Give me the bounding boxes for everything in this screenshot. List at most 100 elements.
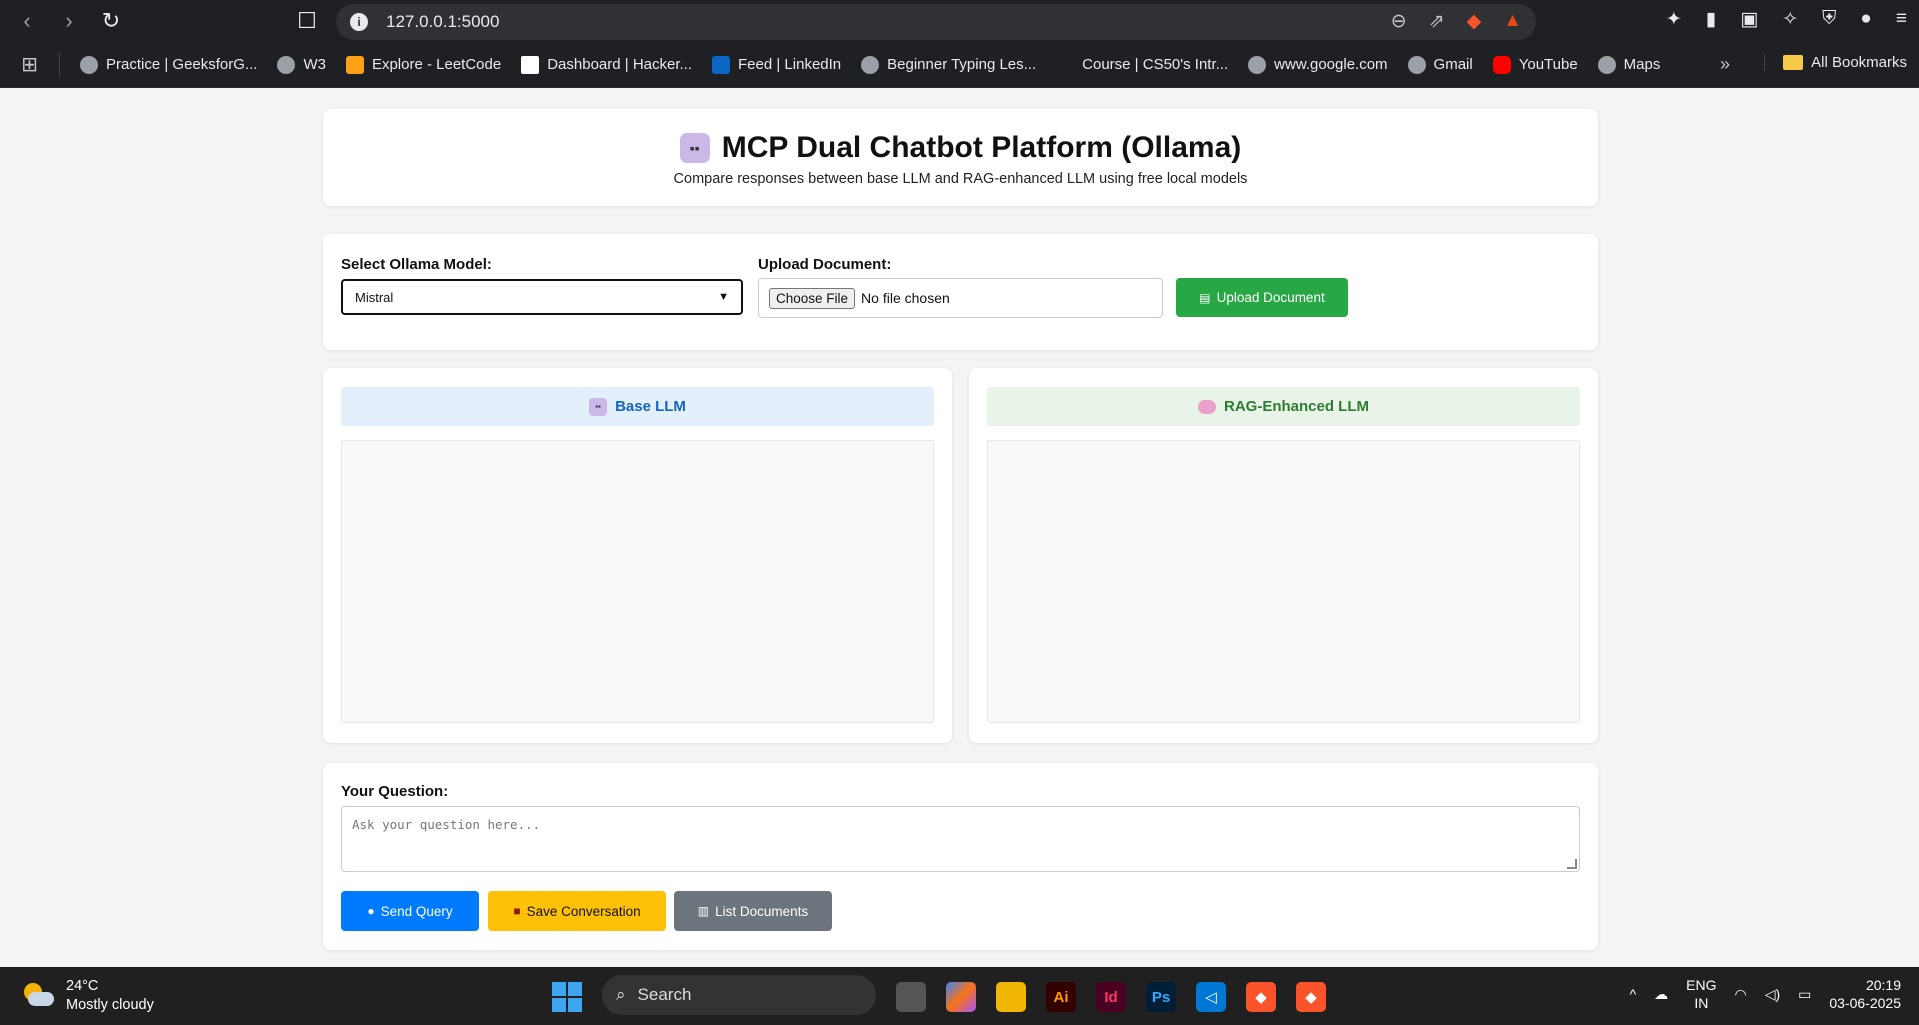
youtube-icon <box>1492 55 1511 74</box>
url-text: 127.0.0.1:5000 <box>386 12 500 31</box>
brave-browser-icon[interactable]: ◆ <box>1246 982 1276 1012</box>
leetcode-icon <box>345 55 364 74</box>
search-icon: ⌕ <box>616 985 626 1004</box>
question-placeholder: Ask your question here... <box>352 817 541 832</box>
indesign-icon[interactable]: Id <box>1096 982 1126 1012</box>
file-explorer-icon[interactable] <box>996 982 1026 1012</box>
weather-widget[interactable]: 24°C Mostly cloudy <box>22 977 154 1015</box>
hackerrank-icon <box>521 55 540 74</box>
controls-card: Select Ollama Model: Mistral ▼ Upload Do… <box>323 234 1598 350</box>
back-icon[interactable]: ‹ <box>10 4 44 38</box>
menu-icon[interactable]: ≡ <box>1896 8 1907 31</box>
question-input[interactable]: Ask your question here... <box>341 806 1580 872</box>
globe-icon <box>1597 55 1616 74</box>
extensions-icon[interactable]: ✦ <box>1666 8 1682 31</box>
leo-ai-icon[interactable]: ✧ <box>1782 8 1798 31</box>
start-icon[interactable] <box>552 982 582 1012</box>
bookmark-item[interactable]: Maps <box>1597 55 1660 74</box>
file-input[interactable]: Choose File No file chosen <box>758 278 1163 318</box>
chevron-down-icon: ▼ <box>718 291 729 303</box>
folder-icon <box>1783 55 1804 70</box>
zoom-icon[interactable]: ⊖ <box>1391 10 1407 33</box>
more-bookmarks-icon[interactable]: » <box>1720 54 1730 75</box>
bookmarks-bar: ⊞ Practice | GeeksforG... W3 Explore - L… <box>0 42 1919 88</box>
upload-label: Upload Document: <box>758 256 892 273</box>
bookmark-item[interactable]: www.google.com <box>1248 55 1388 74</box>
wifi-icon[interactable]: ◠ <box>1734 986 1746 1003</box>
taskbar-search[interactable]: ⌕ Search <box>602 975 876 1015</box>
weather-condition: Mostly cloudy <box>66 997 154 1013</box>
list-documents-button[interactable]: ▥ List Documents <box>674 891 832 931</box>
bookmark-item[interactable]: Beginner Typing Les... <box>861 55 1036 74</box>
brave-beta-icon[interactable]: ◆ <box>1296 982 1326 1012</box>
linkedin-icon <box>712 55 731 74</box>
globe-icon <box>1407 55 1426 74</box>
resize-handle-icon[interactable] <box>1567 859 1577 869</box>
forward-icon[interactable]: › <box>52 4 86 38</box>
upload-document-button[interactable]: ▤ Upload Document <box>1176 278 1348 317</box>
address-bar[interactable]: i 127.0.0.1:5000 ⊖ ⇗ ◆ ▲ <box>336 4 1536 40</box>
language-indicator[interactable]: ENG IN <box>1686 976 1716 1012</box>
page-subtitle: Compare responses between base LLM and R… <box>673 171 1248 187</box>
bookmark-icon[interactable]: ☐ <box>290 4 324 38</box>
all-bookmarks-button[interactable]: All Bookmarks <box>1764 54 1907 71</box>
page-title: MCP Dual Chatbot Platform (Ollama) <box>721 131 1242 164</box>
model-label: Select Ollama Model: <box>341 256 492 273</box>
bookmark-item[interactable]: Explore - LeetCode <box>345 55 501 74</box>
clipboard-icon: ▥ <box>697 904 710 918</box>
chevron-up-icon[interactable]: ^ <box>1630 986 1637 1002</box>
apps-icon[interactable]: ⊞ <box>0 52 60 77</box>
send-query-button[interactable]: ● Send Query <box>341 891 479 931</box>
model-selected-value: Mistral <box>355 289 394 305</box>
volume-icon[interactable]: ◁) <box>1765 986 1780 1003</box>
bookmark-item[interactable]: W3 <box>277 55 326 74</box>
browser-toolbar: ‹ › ↻ ☐ i 127.0.0.1:5000 ⊖ ⇗ ◆ ▲ ✦ ▮ ▣ ✧… <box>0 0 1919 42</box>
rag-llm-chat-area[interactable] <box>987 440 1580 723</box>
bookmark-item[interactable]: Practice | GeeksforG... <box>80 55 257 74</box>
site-info-icon[interactable]: i <box>350 13 368 31</box>
onedrive-icon[interactable]: ☁ <box>1654 986 1668 1003</box>
bookmark-item[interactable]: Feed | LinkedIn <box>712 55 841 74</box>
task-view-icon[interactable] <box>896 982 926 1012</box>
photoshop-icon[interactable]: Ps <box>1146 982 1176 1012</box>
bookmark-item[interactable]: Course | CS50's Intr... <box>1056 55 1228 74</box>
document-icon: ▤ <box>1199 290 1211 305</box>
vpn-icon[interactable]: ⛨ <box>1822 8 1836 31</box>
bookmark-item[interactable]: Gmail <box>1407 55 1473 74</box>
reload-icon[interactable]: ↻ <box>94 4 128 38</box>
page-title-row: ▪▪ MCP Dual Chatbot Platform (Ollama) <box>323 131 1598 165</box>
page-content: ▪▪ MCP Dual Chatbot Platform (Ollama) Co… <box>0 89 1919 967</box>
globe-icon <box>1248 55 1267 74</box>
share-icon[interactable]: ⇗ <box>1429 10 1445 33</box>
question-label: Your Question: <box>341 783 449 800</box>
base-llm-chat-area[interactable] <box>341 440 934 723</box>
brave-shield-icon[interactable]: ◆ <box>1467 10 1482 33</box>
clock[interactable]: 20:19 03-06-2025 <box>1829 976 1901 1012</box>
globe-icon <box>277 55 296 74</box>
header-card: ▪▪ MCP Dual Chatbot Platform (Ollama) Co… <box>323 109 1598 206</box>
temperature: 24°C <box>66 978 99 994</box>
speech-bubble-icon: ● <box>367 904 375 918</box>
bookmark-item[interactable]: YouTube <box>1492 55 1578 74</box>
battery-icon[interactable]: ▭ <box>1798 986 1811 1003</box>
illustrator-icon[interactable]: Ai <box>1046 982 1076 1012</box>
robot-icon: ▪▪ <box>589 397 608 416</box>
sidebar-icon[interactable]: ▮ <box>1706 8 1716 31</box>
base-llm-panel: ▪▪ Base LLM <box>323 368 952 743</box>
save-conversation-button[interactable]: ■ Save Conversation <box>488 891 666 931</box>
profile-icon[interactable]: ● <box>1860 8 1871 31</box>
wallet-icon[interactable]: ▣ <box>1740 8 1758 31</box>
brave-rewards-icon[interactable]: ▲ <box>1503 10 1522 33</box>
choose-file-button[interactable]: Choose File <box>769 287 856 309</box>
bookmark-item[interactable]: Dashboard | Hacker... <box>521 55 692 74</box>
model-select[interactable]: Mistral ▼ <box>341 279 743 315</box>
robot-icon: ▪▪ <box>679 133 710 163</box>
copilot-icon[interactable] <box>946 982 976 1012</box>
floppy-disk-icon: ■ <box>513 904 521 918</box>
brain-icon <box>1198 399 1216 414</box>
question-card: Your Question: Ask your question here...… <box>323 763 1598 950</box>
vscode-icon[interactable]: ◁ <box>1196 982 1226 1012</box>
globe-icon <box>861 55 880 74</box>
file-status: No file chosen <box>861 290 950 306</box>
rag-llm-header: RAG-Enhanced LLM <box>987 387 1580 426</box>
